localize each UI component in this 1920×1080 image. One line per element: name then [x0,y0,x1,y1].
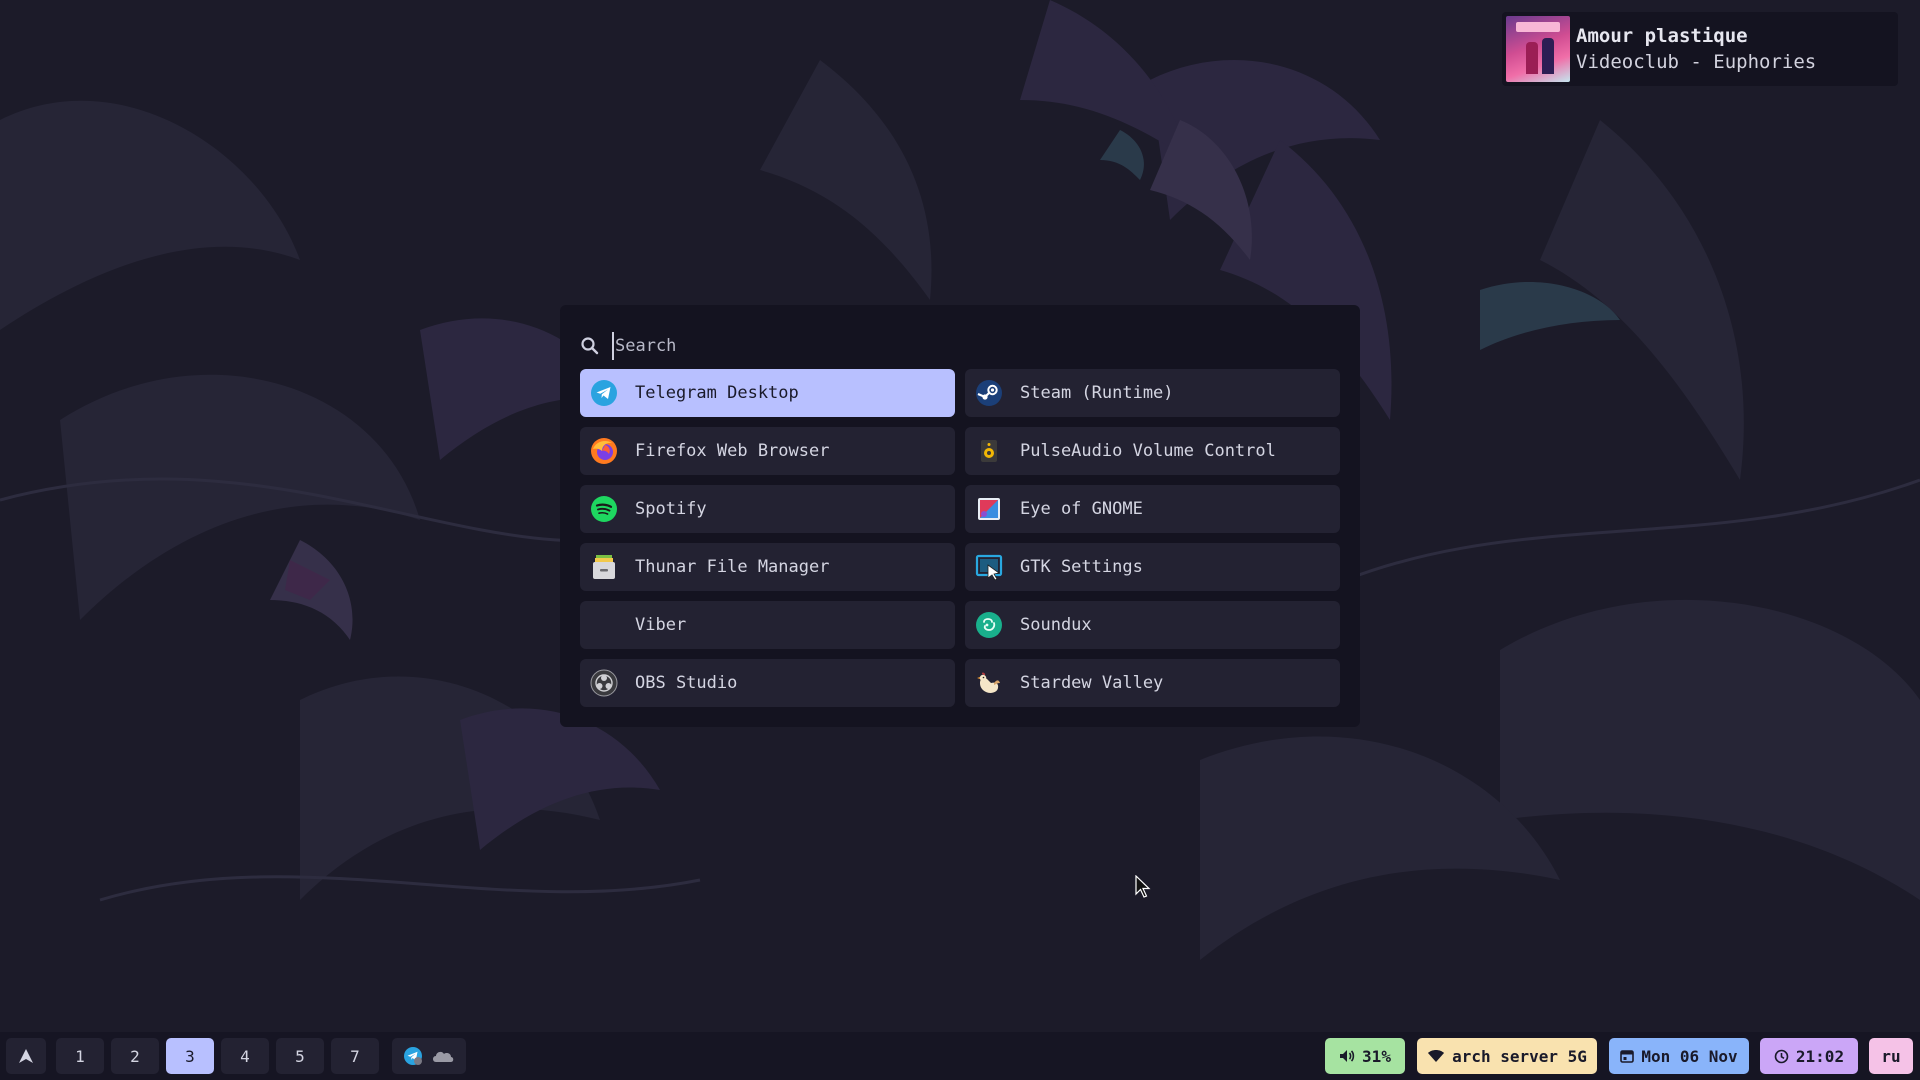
viber-icon [590,611,618,639]
obs-icon [590,669,618,697]
search-input[interactable] [612,332,1315,360]
app-item-firefox[interactable]: Firefox Web Browser [580,427,955,475]
album-art [1506,16,1570,82]
app-item-steam[interactable]: Steam (Runtime) [965,369,1340,417]
app-label: Steam (Runtime) [1020,383,1174,403]
image-viewer-icon [978,498,1000,520]
arch-logo-icon [19,1049,33,1063]
cloud-icon[interactable] [431,1047,455,1065]
workspace-4[interactable]: 4 [221,1038,269,1074]
app-label: Eye of GNOME [1020,499,1143,519]
spotify-icon [591,496,617,522]
mouse-pointer-icon [1135,875,1151,898]
language-value: ru [1881,1046,1901,1066]
status-bar: 1 2 3 4 5 7 31% arch server 5G Mon 06 No… [0,1032,1920,1080]
calendar-icon [1620,1050,1635,1063]
telegram-icon [591,380,617,406]
date-value: Mon 06 Nov [1641,1046,1738,1066]
app-item-thunar[interactable]: Thunar File Manager [580,543,955,591]
file-cabinet-icon [593,555,615,579]
app-item-gtk-settings[interactable]: GTK Settings [965,543,1340,591]
telegram-tray-icon[interactable] [403,1046,423,1066]
app-item-stardew-valley[interactable]: Stardew Valley [965,659,1340,707]
firefox-icon [591,438,617,464]
steam-icon [976,380,1002,406]
app-label: Viber [635,615,687,635]
track-artist: Videoclub - Euphories [1576,51,1817,73]
app-label: Thunar File Manager [635,557,830,577]
clock-indicator[interactable]: 21:02 [1760,1038,1858,1074]
now-playing-widget[interactable]: Amour plastique Videoclub - Euphories [1502,12,1898,86]
workspace-3[interactable]: 3 [166,1038,214,1074]
app-list: Telegram Desktop Steam (Runtime) Firefox… [580,369,1340,707]
app-label: OBS Studio [635,673,738,693]
app-label: Firefox Web Browser [635,441,830,461]
system-tray [392,1038,466,1074]
track-title: Amour plastique [1576,25,1748,47]
workspace-7[interactable]: 7 [331,1038,379,1074]
app-label: GTK Settings [1020,557,1143,577]
workspace-2[interactable]: 2 [111,1038,159,1074]
workspace-5[interactable]: 5 [276,1038,324,1074]
wifi-network: arch server 5G [1452,1046,1587,1066]
search-bar [580,331,1315,361]
keyboard-layout-indicator[interactable]: ru [1869,1038,1913,1074]
date-indicator[interactable]: Mon 06 Nov [1609,1038,1749,1074]
volume-icon [1340,1050,1355,1062]
volume-value: 31% [1362,1046,1391,1066]
app-label: PulseAudio Volume Control [1020,441,1276,461]
workspace-1[interactable]: 1 [56,1038,104,1074]
app-label: Telegram Desktop [635,383,799,403]
volume-indicator[interactable]: 31% [1325,1038,1405,1074]
time-value: 21:02 [1795,1046,1845,1066]
arch-menu-button[interactable] [6,1038,46,1074]
app-label: Spotify [635,499,707,519]
clock-icon [1774,1049,1789,1063]
gtk-settings-icon [975,554,1003,581]
app-item-soundux[interactable]: Soundux [965,601,1340,649]
search-icon [581,337,599,355]
wifi-icon [1428,1050,1445,1062]
app-launcher: Telegram Desktop Steam (Runtime) Firefox… [560,305,1360,727]
app-item-viber[interactable]: Viber [580,601,955,649]
speaker-icon [981,440,997,462]
app-item-telegram-desktop[interactable]: Telegram Desktop [580,369,955,417]
wifi-indicator[interactable]: arch server 5G [1417,1038,1597,1074]
chicken-icon [977,672,1000,693]
app-item-pulseaudio[interactable]: PulseAudio Volume Control [965,427,1340,475]
app-item-eye-of-gnome[interactable]: Eye of GNOME [965,485,1340,533]
app-label: Stardew Valley [1020,673,1164,693]
app-item-obs-studio[interactable]: OBS Studio [580,659,955,707]
soundux-icon [976,612,1002,638]
app-item-spotify[interactable]: Spotify [580,485,955,533]
app-label: Soundux [1020,615,1092,635]
